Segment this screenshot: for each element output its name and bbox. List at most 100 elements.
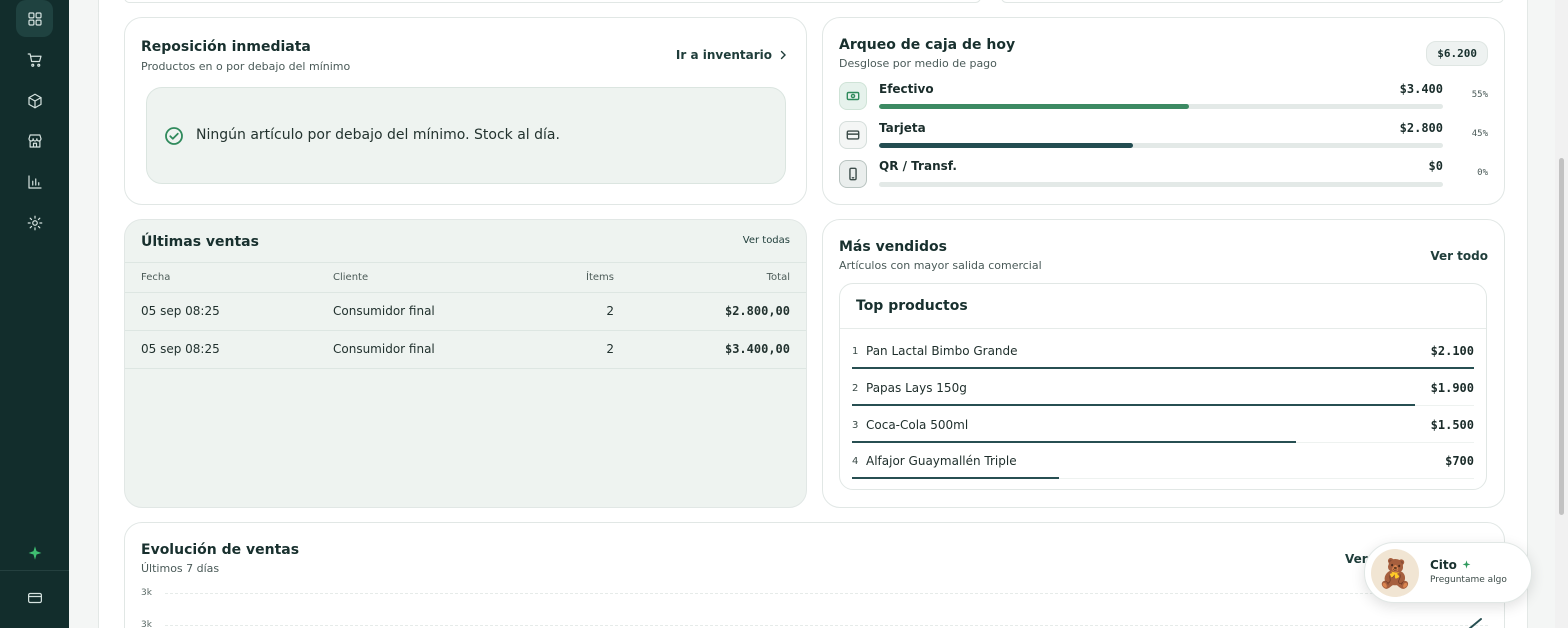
payment-bar-fill [879,143,1133,148]
cell-items: 2 [606,304,614,318]
gridline [165,625,1488,626]
payment-name: Tarjeta [879,121,926,135]
header-cliente: Cliente [333,272,369,283]
cell-fecha: 05 sep 08:25 [141,304,220,318]
ultimas-ventas-card: Últimas ventas Ver todas Fecha Cliente Í… [124,219,807,508]
product-value: $1.500 [1430,418,1474,432]
check-circle-icon [165,127,183,145]
store-icon [27,133,42,148]
ir-a-inventario-label: Ir a inventario [675,48,772,62]
list-item[interactable]: 2 Papas Lays 150g $1.900 [852,369,1474,406]
phone-icon [849,167,857,181]
header-total: Total [766,272,790,283]
payment-amount: $3.400 [1399,82,1443,96]
sidebar-item-tienda[interactable] [16,122,53,159]
list-item[interactable]: 1 Pan Lactal Bimbo Grande $2.100 [852,332,1474,369]
arqueo-subtitle: Desglose por medio de pago [839,57,997,70]
payment-amount: $2.800 [1399,121,1443,135]
card-icon [27,592,42,603]
sidebar-item-ventas[interactable] [16,41,53,78]
list-item[interactable]: 3 Coca-Cola 500ml $1.500 [852,406,1474,443]
sparkle-icon [28,545,41,560]
ir-a-inventario-link[interactable]: Ir a inventario [676,48,788,62]
payment-percent: 55% [1471,90,1488,100]
payment-bar [879,182,1443,187]
arqueo-title: Arqueo de caja de hoy [839,37,1016,53]
sales-table-header: Fecha Cliente Ítems Total [125,262,806,293]
top-productos-panel: Top productos 1 Pan Lactal Bimbo Grande … [839,283,1487,490]
evolucion-subtitle: Últimos 7 días [141,562,220,575]
cell-total: $2.800,00 [724,304,790,318]
header-items: Ítems [586,272,614,283]
sidebar-item-caja[interactable] [16,579,53,616]
payment-name: QR / Transf. [879,159,957,173]
product-rank: 3 [852,420,859,431]
mas-vendidos-subtitle: Artículos con mayor salida comercial [839,259,1042,272]
evolucion-title: Evolución de ventas [141,542,300,558]
payment-name: Efectivo [879,82,934,96]
ultimas-ventas-title: Últimas ventas [141,234,259,250]
product-rank: 4 [852,456,859,467]
box-icon [27,93,42,108]
sidebar-item-reportes[interactable] [16,163,53,200]
product-name: Coca-Cola 500ml [866,418,969,432]
product-name: Pan Lactal Bimbo Grande [866,344,1018,358]
ver-todas-link[interactable]: Ver todas [743,235,790,246]
card-stub-right [1001,0,1504,3]
top-productos-header: Top productos [840,284,1486,329]
efectivo-icon-wrap [839,82,867,110]
payment-percent: 0% [1477,168,1488,178]
product-value: $2.100 [1430,344,1474,358]
sidebar [0,0,69,628]
trend-line-stub [1468,618,1482,628]
chevron-right-icon [780,50,786,60]
cell-fecha: 05 sep 08:25 [141,342,220,356]
cash-icon [846,91,860,101]
y-tick-label: 3k [141,620,152,628]
reposicion-card: Reposición inmediata Productos en o por … [124,17,807,205]
sidebar-item-configuracion[interactable] [16,204,53,241]
product-bar [852,477,1060,479]
page-scrollbar[interactable] [1555,0,1568,628]
dashboard-icon [27,11,42,26]
cell-items: 2 [606,342,614,356]
main-content: Reposición inmediata Productos en o por … [98,0,1528,628]
tarjeta-icon-wrap [839,121,867,149]
assistant-name-text: Cito [1430,558,1457,572]
arqueo-card: Arqueo de caja de hoy Desglose por medio… [822,17,1505,205]
y-tick-label: 3k [141,588,152,598]
product-rank: 2 [852,383,859,394]
payment-amount: $0 [1428,159,1443,173]
stock-ok-box: Ningún artículo por debajo del mínimo. S… [146,87,786,184]
assistant-name: Cito [1430,558,1472,572]
header-fecha: Fecha [141,272,171,283]
cart-icon [27,52,42,67]
sidebar-item-asistente[interactable] [16,534,53,571]
product-rank: 1 [852,346,859,357]
card-stub-left [124,0,981,3]
gridline [165,593,1488,594]
product-value: $1.900 [1430,381,1474,395]
table-row[interactable]: 05 sep 08:25 Consumidor final 2 $2.800,0… [125,293,806,331]
product-value: $700 [1445,454,1474,468]
credit-card-icon [846,130,860,140]
reposicion-title: Reposición inmediata [141,39,311,55]
top-productos-title: Top productos [856,298,968,314]
product-name: Papas Lays 150g [866,381,967,395]
product-name: Alfajor Guaymallén Triple [866,454,1017,468]
scrollbar-thumb[interactable] [1559,158,1564,515]
sidebar-item-productos[interactable] [16,82,53,119]
mas-vendidos-title: Más vendidos [839,239,947,255]
arqueo-total-badge: $6.200 [1426,41,1488,66]
sidebar-item-dashboard[interactable] [16,0,53,37]
payment-bar [879,104,1443,109]
ver-todo-link[interactable]: Ver todo [1430,249,1488,263]
assistant-bubble[interactable]: 🧸 Cito Preguntame algo [1364,542,1532,603]
table-row[interactable]: 05 sep 08:25 Consumidor final 2 $3.400,0… [125,331,806,369]
bear-avatar-icon: 🧸 [1371,549,1419,597]
cell-total: $3.400,00 [724,342,790,356]
payment-bar [879,143,1443,148]
chart-icon [27,174,42,189]
gear-icon [27,215,42,230]
list-item[interactable]: 4 Alfajor Guaymallén Triple $700 [852,442,1474,479]
